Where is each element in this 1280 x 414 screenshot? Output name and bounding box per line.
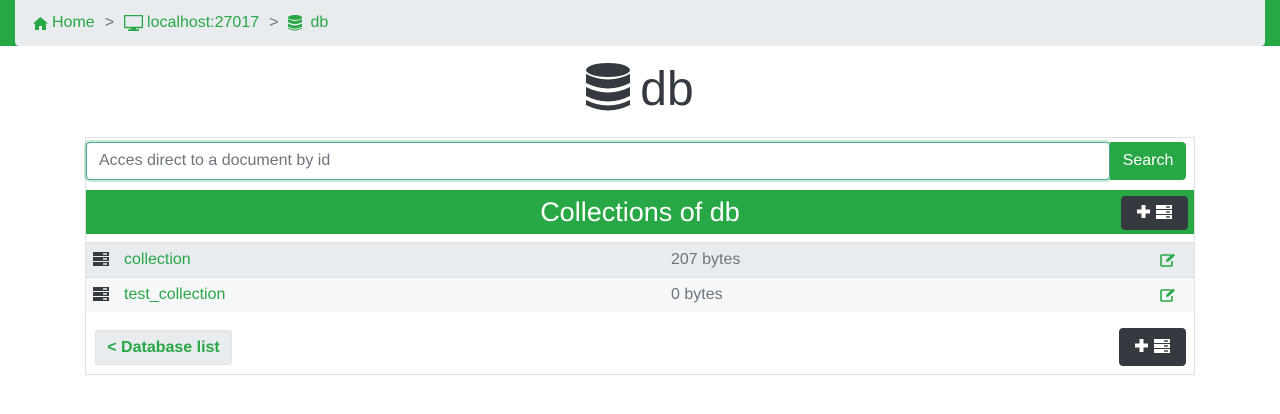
breadcrumb-db-link[interactable]: db [288, 14, 328, 32]
server-icon [93, 287, 109, 306]
edit-icon[interactable] [1160, 288, 1176, 307]
database-icon [586, 62, 631, 118]
plus-icon [1137, 205, 1150, 221]
add-collection-button[interactable] [1119, 328, 1186, 366]
search-form: Search [86, 142, 1194, 182]
breadcrumb-home-link[interactable]: Home [33, 14, 95, 32]
document-id-search-input[interactable] [86, 142, 1110, 180]
edit-icon[interactable] [1160, 253, 1176, 272]
server-icon [1154, 338, 1170, 356]
database-list-button[interactable]: < Database list [95, 330, 232, 365]
page-title: db [0, 62, 1280, 118]
collections-header-title: Collections of db [540, 196, 740, 227]
breadcrumb-server-label: localhost:27017 [147, 14, 260, 31]
collections-list: collection 207 bytes test_collection 0 b… [86, 242, 1194, 312]
desktop-icon [124, 15, 144, 31]
collections-card: Search Collections of db collection 207 … [85, 137, 1195, 375]
server-icon [1156, 204, 1172, 222]
collection-name-link[interactable]: test_collection [124, 286, 225, 304]
page-title-text: db [640, 63, 694, 116]
breadcrumb-db-label: db [310, 14, 329, 31]
collection-size: 0 bytes [671, 286, 723, 303]
collection-row[interactable]: test_collection 0 bytes [86, 277, 1194, 312]
collection-row[interactable]: collection 207 bytes [86, 242, 1194, 277]
database-icon [288, 15, 303, 31]
server-icon [93, 252, 109, 271]
breadcrumb-home-label: Home [52, 14, 95, 31]
collections-header: Collections of db [86, 190, 1194, 234]
search-button[interactable]: Search [1110, 142, 1186, 180]
breadcrumb-server-link[interactable]: localhost:27017 [124, 14, 259, 32]
collection-size: 207 bytes [671, 251, 741, 268]
home-icon [33, 16, 48, 30]
add-collection-button[interactable] [1121, 196, 1188, 230]
breadcrumb-separator: > [104, 14, 115, 31]
collection-name-link[interactable]: collection [124, 251, 191, 269]
breadcrumb: Home > localhost:27017 > db [15, 0, 1265, 46]
plus-icon [1135, 339, 1148, 355]
breadcrumb-separator: > [269, 14, 279, 31]
